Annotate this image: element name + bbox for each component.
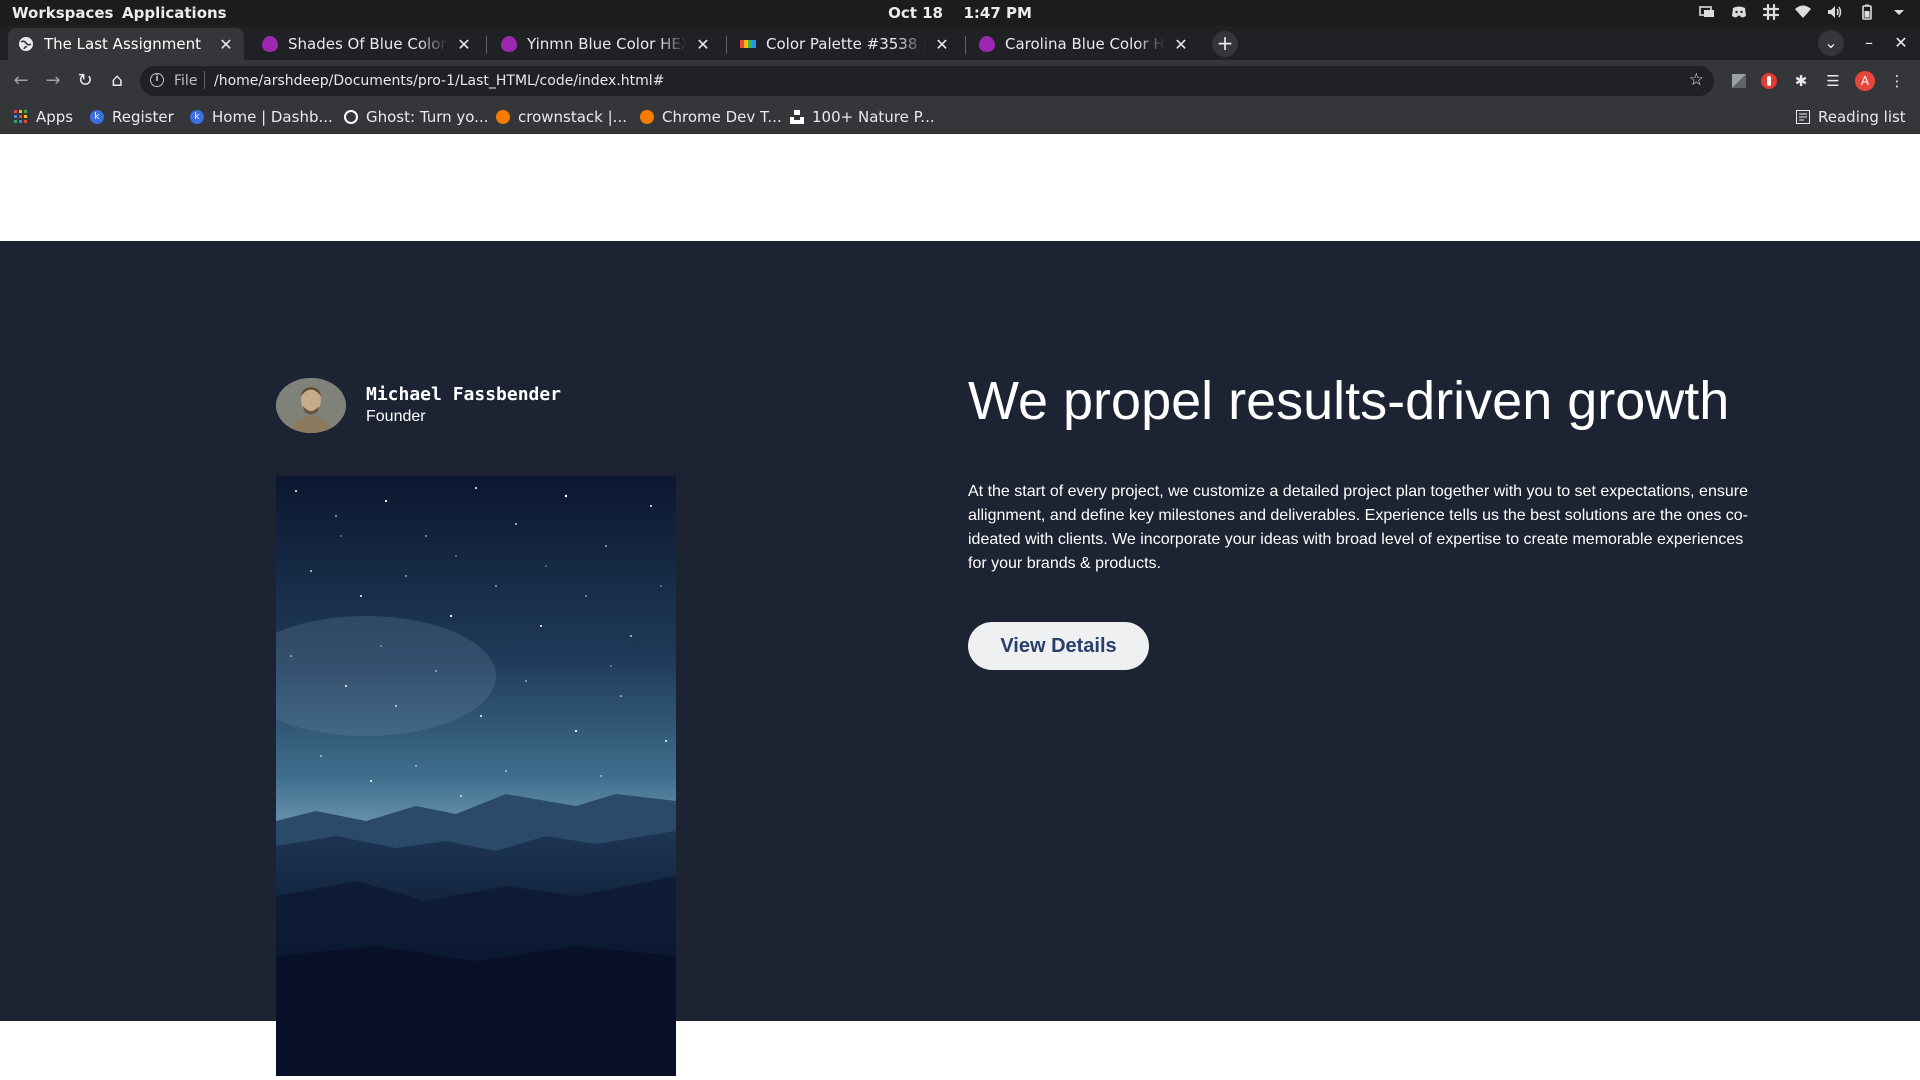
close-icon[interactable]: ✕ (1173, 35, 1189, 54)
bookmark-label: Register (112, 108, 174, 126)
globe-icon (18, 36, 34, 52)
puzzle-icon[interactable]: ✱ (1791, 71, 1811, 91)
url-divider (204, 71, 205, 89)
bookmark-label: Ghost: Turn yo... (366, 108, 489, 126)
drop-icon (262, 36, 278, 52)
close-icon[interactable]: ✕ (456, 35, 472, 54)
forward-arrow-icon[interactable]: → (40, 68, 66, 94)
profile-avatar[interactable]: A (1855, 71, 1875, 91)
discord-icon[interactable] (1730, 3, 1748, 21)
bookmark-apps[interactable]: Apps (14, 108, 73, 126)
system-top-bar: Workspaces Applications Oct 18 1:47 PM (0, 0, 1920, 26)
drop-icon (979, 36, 995, 52)
bookmark-star-icon[interactable]: ☆ (1689, 70, 1704, 90)
ghost-icon (344, 110, 358, 124)
tab-strip: The Last Assignment ✕ Shades Of Blue Col… (0, 26, 1920, 60)
battery-icon[interactable] (1858, 3, 1876, 21)
media-queue-icon[interactable]: ☰ (1823, 71, 1843, 91)
apps-grid-icon (14, 110, 28, 124)
tab-title: Color Palette #3538 | Col (766, 35, 926, 53)
tab-shades-of-blue[interactable]: Shades Of Blue Color: +5 ✕ (252, 28, 482, 60)
crownstack-icon (496, 110, 510, 124)
tab-the-last-assignment[interactable]: The Last Assignment ✕ (8, 28, 244, 60)
tab-separator (726, 36, 727, 54)
wifi-icon[interactable] (1794, 3, 1812, 21)
home-icon[interactable]: ⌂ (104, 68, 130, 94)
tab-title: The Last Assignment (44, 35, 201, 53)
tab-yinmn-blue[interactable]: Yinmn Blue Color HEX Co ✕ (491, 28, 721, 60)
page-header-area (0, 135, 1920, 241)
tab-separator (965, 36, 966, 54)
volume-icon[interactable] (1826, 3, 1844, 21)
bookmark-nature-photos[interactable]: 100+ Nature P... (790, 108, 935, 126)
bookmark-label: Home | Dashb... (212, 108, 333, 126)
close-icon[interactable]: ✕ (934, 35, 950, 54)
palette-icon (740, 36, 756, 52)
hero-headline: We propel results-driven growth (968, 371, 1730, 431)
clock: Oct 18 1:47 PM (0, 4, 1920, 22)
tab-title: Yinmn Blue Color HEX Co (527, 35, 687, 53)
author-avatar (276, 378, 346, 433)
slack-icon[interactable] (1762, 3, 1780, 21)
k-icon: k (190, 110, 204, 124)
reading-list-icon (1796, 110, 1810, 124)
applications-menu[interactable]: Applications (122, 4, 227, 22)
tab-carolina-blue[interactable]: Carolina Blue Color HEX ✕ (969, 28, 1199, 60)
caret-down-icon[interactable] (1890, 3, 1908, 21)
author-name: Michael Fassbender (366, 384, 562, 405)
reload-icon[interactable]: ↻ (72, 68, 98, 94)
close-window-icon[interactable]: ✕ (1888, 30, 1914, 56)
close-icon[interactable]: ✕ (695, 35, 711, 54)
url-scheme: File (174, 73, 198, 89)
system-tray (1698, 3, 1908, 21)
bookmark-label: Apps (36, 108, 74, 126)
close-icon[interactable]: ✕ (218, 35, 234, 54)
starry-mountain-image (276, 476, 676, 1076)
bookmark-register[interactable]: k Register (90, 108, 174, 126)
address-bar[interactable]: i File /home/arshdeep/Documents/pro-1/La… (140, 66, 1714, 96)
info-icon[interactable]: i (150, 73, 164, 87)
url-text[interactable]: /home/arshdeep/Documents/pro-1/Last_HTML… (214, 73, 664, 89)
reading-list-label: Reading list (1818, 108, 1906, 126)
tab-color-palette[interactable]: Color Palette #3538 | Col ✕ (730, 28, 960, 60)
bookmark-home-dashboard[interactable]: k Home | Dashb... (190, 108, 333, 126)
hero-description: At the start of every project, we custom… (968, 483, 1749, 572)
workspaces-menu[interactable]: Workspaces (12, 4, 113, 22)
unsplash-icon (790, 110, 804, 124)
back-arrow-icon[interactable]: ← (8, 68, 34, 94)
tab-title: Carolina Blue Color HEX (1005, 35, 1165, 53)
bookmarks-bar: Apps k Register k Home | Dashb... Ghost:… (0, 102, 1920, 134)
new-tab-button[interactable]: + (1212, 31, 1238, 57)
minimize-icon[interactable]: – (1856, 30, 1882, 56)
tab-title: Shades Of Blue Color: +5 (288, 35, 448, 53)
extension-square-icon[interactable] (1729, 71, 1749, 91)
k-icon: k (90, 110, 104, 124)
drop-icon (501, 36, 517, 52)
tab-search-chevron-icon[interactable]: ⌄ (1818, 30, 1844, 56)
bookmark-label: Chrome Dev T... (662, 108, 782, 126)
reading-list-button[interactable]: Reading list (1796, 108, 1906, 126)
crownstack-icon (640, 110, 654, 124)
kebab-menu-icon[interactable]: ⋮ (1887, 71, 1907, 91)
view-details-button[interactable]: View Details (968, 622, 1149, 670)
screens-icon[interactable] (1698, 3, 1716, 21)
bookmark-crownstack[interactable]: crownstack |... (496, 108, 627, 126)
tab-separator (486, 36, 487, 54)
extension-red-icon[interactable] (1759, 71, 1779, 91)
bookmark-chrome-dev-tools[interactable]: Chrome Dev T... (640, 108, 782, 126)
clock-time[interactable]: 1:47 PM (963, 4, 1031, 22)
browser-toolbar: ← → ↻ ⌂ i File /home/arshdeep/Documents/… (0, 60, 1920, 102)
bookmark-label: 100+ Nature P... (812, 108, 935, 126)
bookmark-ghost[interactable]: Ghost: Turn yo... (344, 108, 489, 126)
author-role: Founder (366, 408, 426, 425)
bookmark-label: crownstack |... (518, 108, 627, 126)
clock-date[interactable]: Oct 18 (888, 4, 943, 22)
